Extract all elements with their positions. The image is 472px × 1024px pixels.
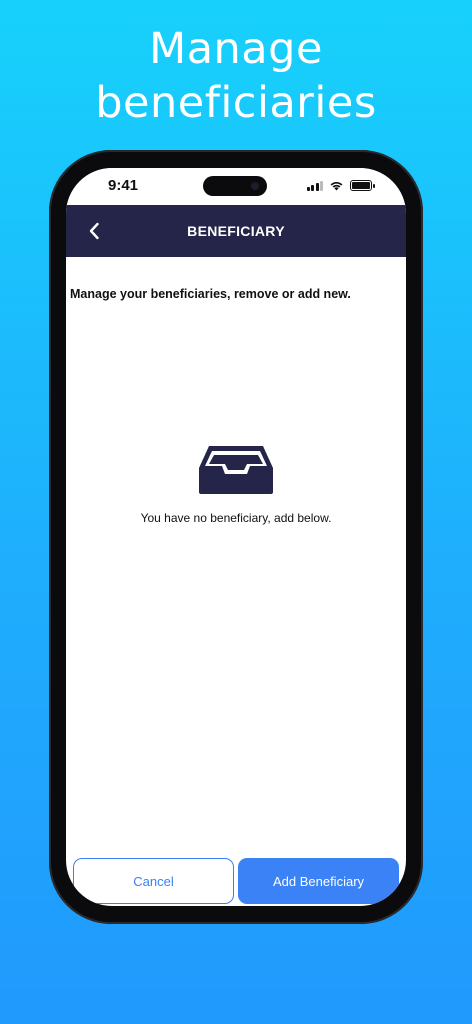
- promo-headline-line1: Manage: [149, 24, 323, 74]
- nav-bar: BENEFICIARY: [66, 205, 406, 257]
- status-time: 9:41: [108, 177, 139, 194]
- battery-icon: [350, 179, 375, 191]
- promo-headline-line2: beneficiaries: [95, 78, 377, 128]
- add-beneficiary-button[interactable]: Add Beneficiary: [238, 858, 399, 904]
- cellular-signal-icon: [306, 180, 323, 191]
- status-icons: [306, 179, 375, 191]
- dynamic-island: [203, 176, 267, 196]
- promo-headline: Manage beneficiaries: [0, 22, 472, 130]
- empty-state-message: You have no beneficiary, add below.: [140, 511, 332, 525]
- status-bar: 9:41: [66, 168, 406, 205]
- app-screen: 9:41 BENEFICIARY Manage your beneficiari…: [66, 168, 406, 906]
- intro-text: Manage your beneficiaries, remove or add…: [70, 287, 351, 301]
- chevron-left-icon: [89, 222, 99, 240]
- empty-inbox-tray-icon: [199, 446, 273, 494]
- wifi-icon: [330, 181, 343, 190]
- page-title: BENEFICIARY: [187, 223, 285, 239]
- back-button[interactable]: [80, 217, 108, 245]
- cancel-button[interactable]: Cancel: [73, 858, 234, 904]
